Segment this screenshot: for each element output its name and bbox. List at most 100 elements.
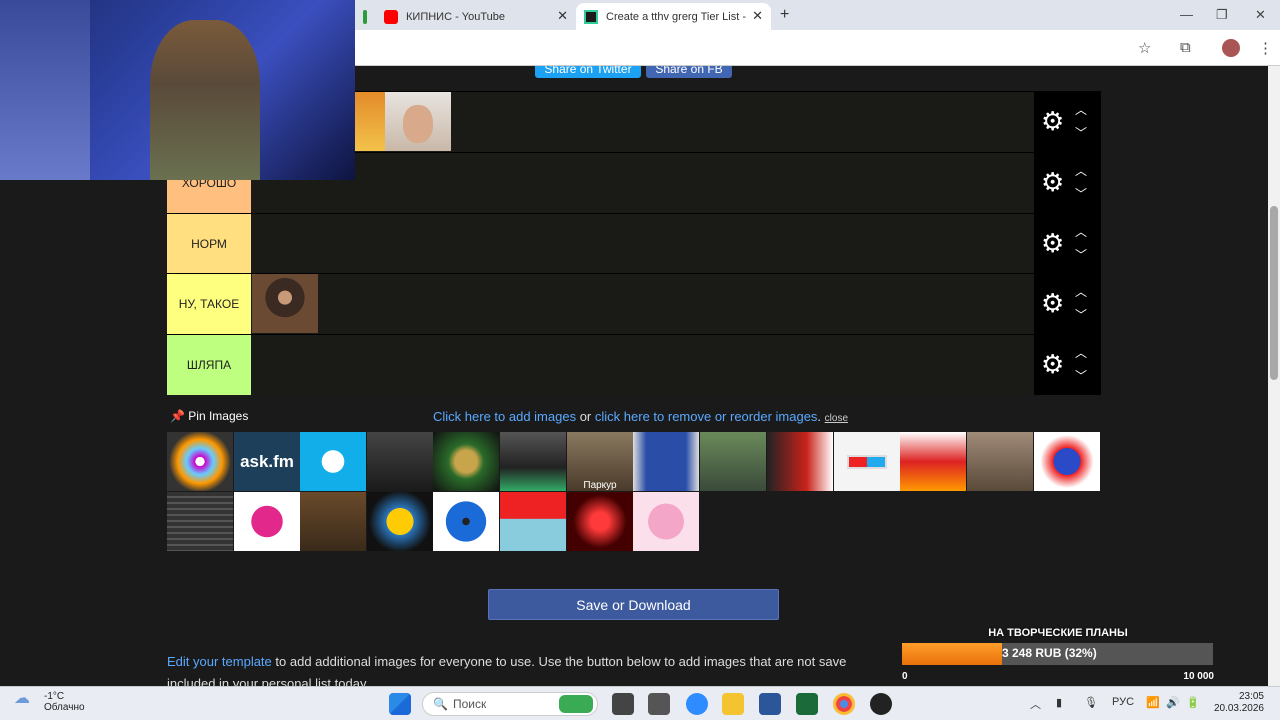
app-icon[interactable]: [648, 693, 670, 715]
microphone-icon[interactable]: 🎙: [1084, 696, 1098, 709]
pool-image-cat[interactable]: Паркур: [567, 432, 633, 491]
pool-image-tamagotchi[interactable]: [234, 492, 300, 551]
maximize-icon[interactable]: ❐: [1216, 7, 1228, 23]
tiermaker-icon: [584, 9, 598, 24]
close-tab-icon[interactable]: ✕: [752, 8, 763, 24]
share-twitter-button[interactable]: Share on Twitter: [535, 66, 641, 78]
minimize-icon[interactable]: —: [1180, 7, 1193, 22]
tier-image[interactable]: [252, 274, 318, 333]
pool-image-cheetos[interactable]: [900, 432, 966, 491]
tier-controls: ⚙ ︿ ﹀: [1034, 92, 1101, 152]
chevron-down-icon[interactable]: ﹀: [1075, 185, 1087, 202]
tray-overflow-icon[interactable]: ︿: [1030, 696, 1041, 712]
close-window-icon[interactable]: ✕: [1255, 7, 1266, 23]
search-icon: 🔍: [433, 697, 448, 711]
chevron-down-icon[interactable]: ﹀: [1075, 124, 1087, 141]
pool-image-karaoke[interactable]: [567, 492, 633, 551]
gear-icon[interactable]: ⚙: [1041, 169, 1064, 195]
language-indicator[interactable]: РУС: [1112, 696, 1134, 708]
wifi-icon[interactable]: 📶: [1146, 696, 1160, 709]
chevron-up-icon[interactable]: ︿: [1075, 283, 1087, 300]
scrollbar-thumb[interactable]: [1270, 206, 1278, 380]
chevron-up-icon[interactable]: ︿: [1075, 162, 1087, 179]
volume-icon[interactable]: 🔊: [1166, 696, 1180, 709]
donation-goal-widget: НА ТВОРЧЕСКИЕ ПЛАНЫ 3 248 RUB (32%) 0 10…: [902, 627, 1214, 685]
chevron-down-icon[interactable]: ﹀: [1075, 367, 1087, 384]
tab-title: КИПНИС - YouTube: [406, 10, 506, 23]
taskbar-search-input[interactable]: 🔍 Поиск: [422, 692, 598, 716]
pool-image-tardis[interactable]: [633, 432, 699, 491]
tier-label[interactable]: НОРМ: [167, 214, 251, 274]
tier-row: НУ, ТАКОЕ ⚙ ︿ ﹀: [167, 273, 1101, 334]
pin-images-toggle[interactable]: 📌 Pin Images: [170, 409, 248, 423]
pool-image-3d-glasses[interactable]: [834, 432, 900, 491]
start-icon[interactable]: [389, 693, 411, 715]
pool-image-happy-wheels[interactable]: [500, 492, 566, 551]
pool-image-kompashki[interactable]: [1034, 432, 1100, 491]
gear-icon[interactable]: ⚙: [1041, 230, 1064, 256]
chevron-down-icon[interactable]: ﹀: [1075, 246, 1087, 263]
task-view-icon[interactable]: [612, 693, 634, 715]
new-tab-icon[interactable]: +: [780, 6, 789, 24]
menu-dots-icon[interactable]: ⋮: [1258, 39, 1273, 57]
chrome-icon[interactable]: [833, 693, 855, 715]
pool-image-askfm[interactable]: ask.fm: [234, 432, 300, 491]
pool-image-skype[interactable]: [300, 432, 366, 491]
weather-temp: -1°C: [44, 691, 65, 702]
profile-avatar[interactable]: [1222, 39, 1240, 57]
webcam-background: [0, 0, 90, 180]
pool-image-300-meme[interactable]: [300, 492, 366, 551]
pool-image-gta-sa[interactable]: [700, 432, 766, 491]
pin-icon: 📌: [170, 409, 185, 423]
battery-icon[interactable]: 🔋: [1186, 696, 1200, 709]
gear-icon[interactable]: ⚙: [1041, 108, 1064, 134]
gear-icon[interactable]: ⚙: [1041, 290, 1064, 316]
zoom-icon[interactable]: [686, 693, 708, 715]
app-icon-3[interactable]: [870, 693, 892, 715]
tab-youtube[interactable]: КИПНИС - YouTube ✕: [376, 3, 576, 30]
bookmark-star-icon[interactable]: ☆: [1138, 39, 1151, 57]
tier-controls: ⚙ ︿ ﹀: [1034, 214, 1101, 274]
tab-partial[interactable]: [355, 3, 375, 30]
weather-widget[interactable]: ☁ -1°C Облачно: [14, 691, 85, 714]
edit-template-link[interactable]: Edit your template: [167, 654, 272, 669]
file-explorer-icon[interactable]: [722, 693, 744, 715]
chevron-up-icon[interactable]: ︿: [1075, 101, 1087, 118]
tab-tierlist[interactable]: Create a tthv grerg Tier List - Ti ✕: [576, 3, 771, 30]
chevron-up-icon[interactable]: ︿: [1075, 344, 1087, 361]
close-link[interactable]: close: [825, 413, 848, 424]
site-icon: [363, 9, 367, 24]
system-clock[interactable]: 23:05 20.03.2026: [1208, 691, 1264, 715]
word-icon[interactable]: [759, 693, 781, 715]
pool-image-nfs-mostwanted[interactable]: [500, 432, 566, 491]
save-download-button[interactable]: Save or Download: [488, 589, 779, 620]
tier-label[interactable]: НУ, ТАКОЕ: [167, 274, 251, 334]
pool-image-labubu[interactable]: [633, 492, 699, 551]
tray-app-icon[interactable]: ▮: [1056, 696, 1062, 709]
chevron-down-icon[interactable]: ﹀: [1075, 306, 1087, 323]
tier-image[interactable]: [351, 92, 385, 151]
tier-label[interactable]: ШЛЯПА: [167, 335, 251, 395]
remove-images-link[interactable]: click here to remove or reorder images: [595, 409, 818, 424]
tier-image[interactable]: [385, 92, 451, 151]
pool-image-got[interactable]: [367, 432, 433, 491]
clock-date: 20.03.2026: [1213, 703, 1264, 714]
pool-image-pokemon-go[interactable]: [367, 492, 433, 551]
pool-image-nescafe[interactable]: [767, 432, 833, 491]
windows-taskbar: ☁ -1°C Облачно 🔍 Поиск ︿ ▮ 🎙 РУС 📶 🔊 🔋 2…: [0, 686, 1280, 720]
app-icon-2[interactable]: [796, 693, 818, 715]
close-tab-icon[interactable]: ✕: [557, 8, 568, 24]
weather-desc: Облачно: [44, 702, 85, 713]
chevron-up-icon[interactable]: ︿: [1075, 223, 1087, 240]
gear-icon[interactable]: ⚙: [1041, 351, 1064, 377]
share-fb-button[interactable]: Share on FB: [646, 66, 732, 78]
pool-image-screenshot[interactable]: [167, 492, 233, 551]
donation-title: НА ТВОРЧЕСКИЕ ПЛАНЫ: [988, 627, 1128, 639]
cat-caption: Паркур: [583, 480, 617, 491]
pool-image-nfs-underground[interactable]: [433, 432, 499, 491]
pool-image-harlem-shake[interactable]: [967, 432, 1033, 491]
pool-image-cd[interactable]: [167, 432, 233, 491]
add-images-link[interactable]: Click here to add images: [433, 409, 576, 424]
pool-image-fidget-spinner[interactable]: [433, 492, 499, 551]
extensions-icon[interactable]: ⧉: [1180, 39, 1191, 56]
